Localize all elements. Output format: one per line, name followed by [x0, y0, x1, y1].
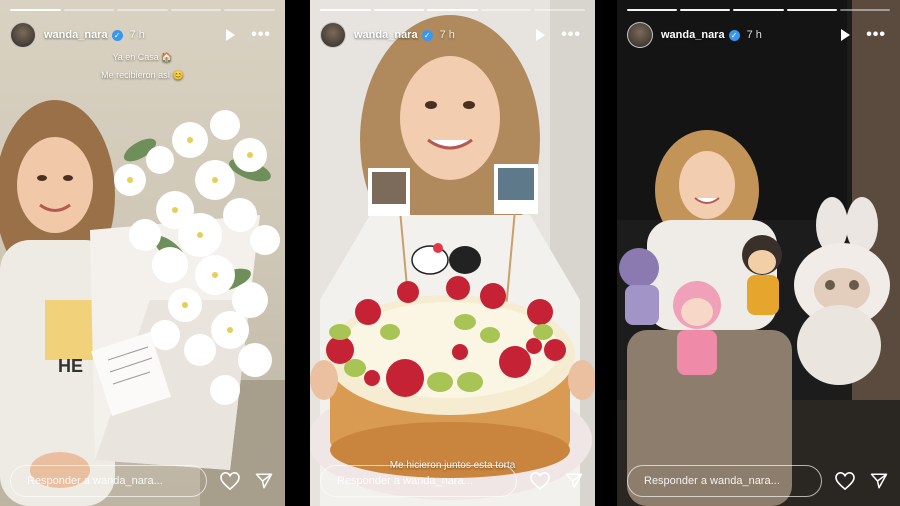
story-header: wanda_nara ✓ 7 h ••• — [320, 22, 585, 48]
heart-icon[interactable] — [529, 470, 551, 492]
verified-badge-icon: ✓ — [421, 29, 433, 41]
progress-segment — [224, 9, 275, 11]
verified-badge-icon: ✓ — [111, 29, 123, 41]
username[interactable]: wanda_nara — [661, 29, 725, 41]
story-caption: Ya en Casa 🏠 Me recibieron así 😊 — [0, 52, 285, 81]
story-footer — [10, 464, 275, 498]
svg-text:HE: HE — [58, 356, 83, 376]
progress-segment — [680, 9, 731, 11]
progress-segment — [534, 9, 585, 11]
progress-segment — [320, 9, 371, 11]
story-panel-2[interactable]: wanda_nara ✓ 7 h ••• Me hicieron juntos … — [310, 0, 595, 506]
story-time: 7 h — [439, 29, 455, 41]
progress-segment — [373, 9, 425, 11]
avatar[interactable] — [627, 22, 653, 48]
progress-segment — [10, 9, 61, 11]
story-progress-bar — [320, 9, 585, 11]
progress-segment — [117, 9, 168, 11]
progress-segment — [786, 9, 837, 11]
reply-input[interactable] — [320, 465, 517, 497]
story-time: 7 h — [746, 29, 762, 41]
progress-segment — [839, 9, 891, 11]
send-icon[interactable] — [868, 470, 890, 492]
play-icon[interactable] — [536, 29, 546, 41]
username[interactable]: wanda_nara — [44, 29, 108, 41]
story-photo-cake — [310, 0, 595, 506]
story-header: wanda_nara ✓ 7 h ••• — [627, 22, 890, 48]
caption-line-2: Me recibieron así — [101, 70, 171, 80]
send-icon[interactable] — [253, 470, 275, 492]
progress-segment — [480, 9, 532, 11]
progress-segment — [733, 9, 784, 11]
heart-icon[interactable] — [834, 470, 856, 492]
story-panel-3[interactable]: wanda_nara ✓ 7 h ••• — [617, 0, 900, 506]
play-icon[interactable] — [226, 29, 236, 41]
story-progress-bar — [627, 9, 891, 11]
play-icon[interactable] — [841, 29, 851, 41]
reply-input[interactable] — [10, 465, 207, 497]
story-footer — [627, 464, 890, 498]
story-header: wanda_nara ✓ 7 h ••• — [10, 22, 275, 48]
house-emoji-icon: 🏠 — [161, 52, 173, 62]
story-progress-bar — [10, 9, 275, 11]
progress-segment — [627, 9, 678, 11]
more-options-icon[interactable]: ••• — [251, 27, 271, 43]
progress-segment — [170, 9, 222, 11]
smile-emoji-icon: 😊 — [172, 70, 184, 80]
story-footer — [320, 464, 585, 498]
verified-badge-icon: ✓ — [728, 29, 740, 41]
reply-input[interactable] — [627, 465, 822, 497]
more-options-icon[interactable]: ••• — [561, 27, 581, 43]
story-time: 7 h — [129, 29, 145, 41]
story-photo-toys — [617, 0, 900, 506]
send-icon[interactable] — [563, 470, 585, 492]
caption-line-1: Ya en Casa — [112, 52, 159, 62]
story-panel-1[interactable]: HE wanda_nara ✓ 7 h ••• Ya en Casa 🏠 Me … — [0, 0, 285, 506]
username[interactable]: wanda_nara — [354, 29, 418, 41]
avatar[interactable] — [320, 22, 346, 48]
progress-segment — [63, 9, 115, 11]
more-options-icon[interactable]: ••• — [866, 27, 886, 43]
heart-icon[interactable] — [219, 470, 241, 492]
avatar[interactable] — [10, 22, 36, 48]
progress-segment — [427, 9, 478, 11]
